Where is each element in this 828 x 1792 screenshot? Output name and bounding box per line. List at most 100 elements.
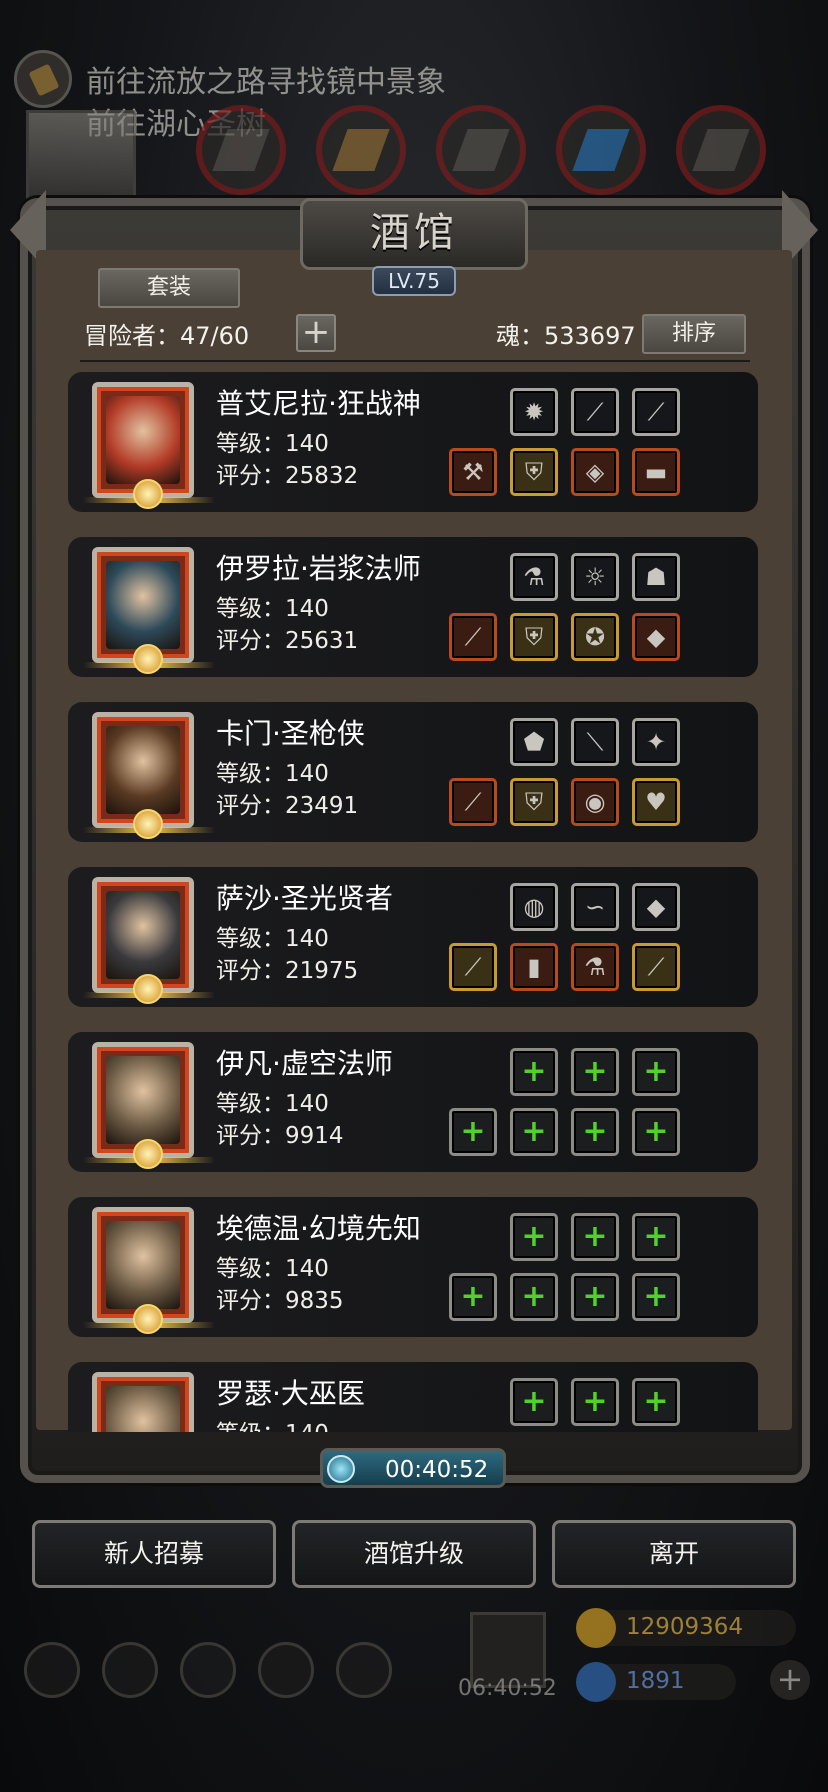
equipment-slot[interactable]: + (571, 1048, 619, 1096)
equipment-slot[interactable]: + (632, 1048, 680, 1096)
plus-icon: + (582, 1114, 608, 1149)
equipment-slot[interactable]: + (571, 1273, 619, 1321)
equipment-slot[interactable]: ◆ (632, 883, 680, 931)
hero-card[interactable]: 罗瑟·大巫医 等级：140 + + + (68, 1362, 758, 1432)
leave-button[interactable]: 离开 (552, 1520, 796, 1588)
equipment-slot[interactable]: + (510, 1048, 558, 1096)
hero-score: 评分：21975 (216, 958, 359, 984)
equipment-slot[interactable]: ◉ (571, 778, 619, 826)
equipment-slot[interactable]: ♥ (632, 778, 680, 826)
armor-icon: ⛨ (525, 458, 543, 486)
equipment-slot[interactable]: ⟋ (449, 613, 497, 661)
hero-portrait[interactable] (83, 547, 215, 674)
plus-icon: + (643, 1114, 669, 1149)
hero-face (106, 561, 180, 649)
equipment-slot[interactable]: + (571, 1378, 619, 1426)
equipment-slot[interactable]: + (449, 1273, 497, 1321)
equipment-slot[interactable]: ◍ (510, 883, 558, 931)
hero-card[interactable]: 伊罗拉·岩浆法师 等级：140 评分：25631 ⚗ ☼ ☗ ⟋ ⛨ ✪ ◆ (68, 537, 758, 677)
hero-level: 等级：140 (216, 926, 329, 952)
equipment-slot[interactable]: ∽ (571, 883, 619, 931)
equipment-slot[interactable]: ▮ (510, 943, 558, 991)
hero-score: 评分：9835 (216, 1288, 344, 1314)
equipment-slot[interactable]: + (632, 1213, 680, 1261)
clock-icon (327, 1455, 355, 1483)
equipment-slot[interactable]: ⚒ (449, 448, 497, 496)
equipment-slot[interactable]: ⚗ (510, 553, 558, 601)
equipment-slot[interactable]: + (632, 1378, 680, 1426)
hero-level: 等级：140 (216, 431, 329, 457)
hero-face (106, 891, 180, 979)
hero-card[interactable]: 萨沙·圣光贤者 等级：140 评分：21975 ◍ ∽ ◆ ⟋ ▮ ⚗ ⟋ (68, 867, 758, 1007)
equipment-slot[interactable]: ⬟ (510, 718, 558, 766)
whip-icon: ∽ (584, 893, 606, 921)
equipment-slot[interactable]: + (632, 1108, 680, 1156)
add-gems-button[interactable]: + (770, 1660, 810, 1700)
equipment-slot[interactable]: ⛨ (510, 613, 558, 661)
dagger-icon: ⟋ (647, 398, 665, 426)
gear-icon[interactable] (24, 1642, 80, 1698)
star-icon: ✦ (645, 728, 667, 756)
stone-icon (436, 105, 526, 195)
equipment-slot[interactable]: ⛨ (510, 778, 558, 826)
hero-portrait[interactable] (83, 382, 215, 509)
plus-icon: + (582, 1279, 608, 1314)
hero-portrait[interactable] (83, 877, 215, 1004)
mail-icon[interactable] (258, 1642, 314, 1698)
outfit-button[interactable]: 套装 (98, 268, 240, 308)
castle-icon[interactable] (180, 1642, 236, 1698)
gold-coin-icon (576, 1608, 616, 1648)
sort-button[interactable]: 排序 (642, 314, 746, 354)
equipment-slot[interactable]: ⟍ (571, 718, 619, 766)
equipment-slot[interactable]: ⚗ (571, 943, 619, 991)
hero-name: 伊罗拉·岩浆法师 (216, 552, 421, 585)
equipment-slot[interactable]: + (510, 1378, 558, 1426)
robe-icon: ⛨ (525, 623, 543, 651)
equipment-slot[interactable]: ⟋ (449, 778, 497, 826)
hero-face (106, 1221, 180, 1309)
equipment-slot[interactable]: ⟋ (632, 388, 680, 436)
equipment-slot[interactable]: ⛨ (510, 448, 558, 496)
recruit-button[interactable]: 新人招募 (32, 1520, 276, 1588)
hero-name: 伊凡·虚空法师 (216, 1047, 393, 1080)
equipment-slot[interactable]: ☗ (632, 553, 680, 601)
hero-card[interactable]: 伊凡·虚空法师 等级：140 评分：9914 + + + + + + + (68, 1032, 758, 1172)
equipment-slot[interactable]: ⟋ (449, 943, 497, 991)
equipment-slot[interactable]: ◈ (571, 448, 619, 496)
hero-card[interactable]: 卡门·圣枪侠 等级：140 评分：23491 ⬟ ⟍ ✦ ⟋ ⛨ ◉ ♥ (68, 702, 758, 842)
hero-portrait[interactable] (83, 1042, 215, 1169)
equipment-slot[interactable]: ⟋ (632, 943, 680, 991)
anvil-icon[interactable] (336, 1642, 392, 1698)
equipment-slot[interactable]: ☼ (571, 553, 619, 601)
hero-card[interactable]: 普艾尼拉·狂战神 等级：140 评分：25832 ✹ ⟋ ⟋ ⚒ ⛨ ◈ ▬ (68, 372, 758, 512)
plus-icon: + (521, 1279, 547, 1314)
equipment-slot[interactable]: + (510, 1213, 558, 1261)
equipment-slot[interactable]: + (632, 1273, 680, 1321)
upgrade-tavern-button[interactable]: 酒馆升级 (292, 1520, 536, 1588)
orb-icon: ◍ (523, 893, 545, 921)
equipment-slot[interactable]: + (510, 1108, 558, 1156)
quest-line[interactable]: 前往流放之路寻找镜中景象 (14, 50, 446, 108)
pendant-icon: ♥ (645, 788, 667, 816)
hero-list[interactable]: 普艾尼拉·狂战神 等级：140 评分：25832 ✹ ⟋ ⟋ ⚒ ⛨ ◈ ▬ 伊罗拉·岩浆法师… (62, 372, 766, 1432)
shield-icon[interactable] (102, 1642, 158, 1698)
hero-portrait[interactable] (83, 1207, 215, 1334)
equipment-slot[interactable]: ▬ (632, 448, 680, 496)
equipment-slot[interactable]: ✪ (571, 613, 619, 661)
equipment-slot[interactable]: ✦ (632, 718, 680, 766)
hero-level: 等级：140 (216, 596, 329, 622)
equipment-slot[interactable]: ◆ (632, 613, 680, 661)
equipment-slot[interactable]: + (510, 1273, 558, 1321)
equipment-slot[interactable]: + (571, 1213, 619, 1261)
equipment-slot[interactable]: + (449, 1108, 497, 1156)
gold-counter: 12909364 (576, 1608, 796, 1648)
rank-medal-icon (133, 644, 163, 674)
expand-capacity-button[interactable]: + (296, 314, 336, 352)
divider (80, 360, 750, 362)
hero-portrait[interactable] (83, 712, 215, 839)
hero-portrait[interactable] (92, 1372, 194, 1432)
hero-card[interactable]: 埃德温·幻境先知 等级：140 评分：9835 + + + + + + + (68, 1197, 758, 1337)
equipment-slot[interactable]: ✹ (510, 388, 558, 436)
equipment-slot[interactable]: ⟋ (571, 388, 619, 436)
equipment-slot[interactable]: + (571, 1108, 619, 1156)
